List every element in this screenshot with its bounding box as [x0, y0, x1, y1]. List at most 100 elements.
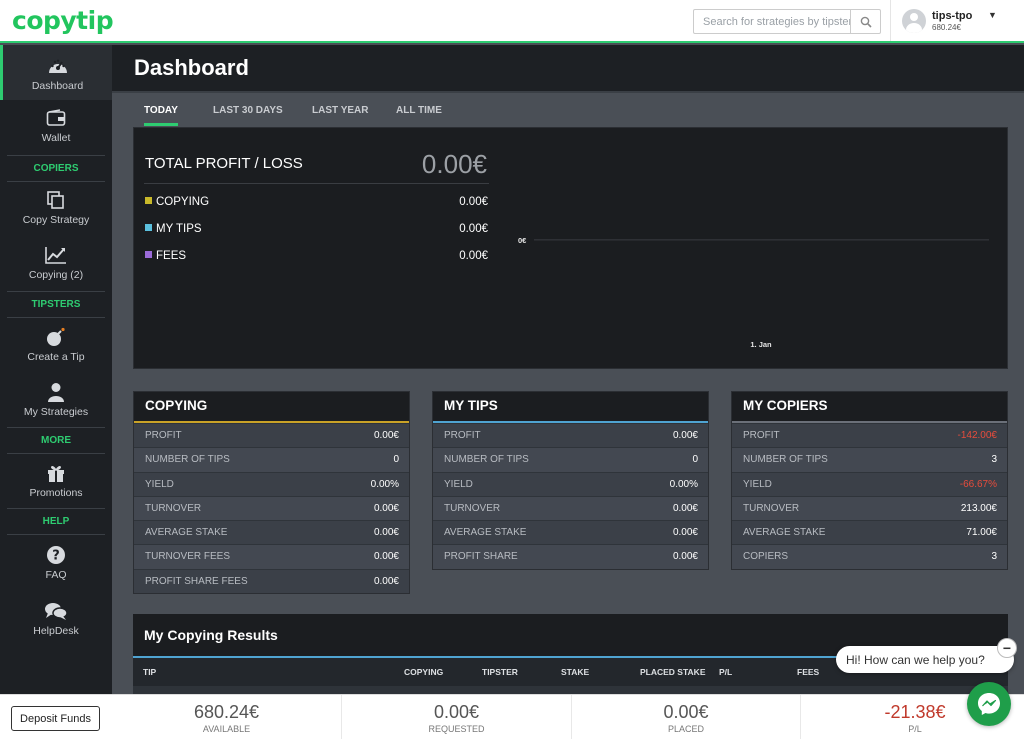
card-title: COPYING — [134, 392, 409, 423]
sidebar-item-create-tip[interactable]: Create a Tip — [0, 326, 112, 372]
column-placed-stake[interactable]: PLACED STAKE — [640, 667, 706, 677]
sidebar-item-promotions[interactable]: Promotions — [0, 462, 112, 508]
card-row: PROFIT 0.00€ — [433, 423, 708, 447]
column-fees[interactable]: FEES — [797, 667, 819, 677]
page-title: Dashboard — [134, 55, 249, 80]
user-menu-caret-icon[interactable]: ▼ — [988, 10, 997, 20]
card-row-value: 0.00€ — [672, 430, 698, 441]
profit-loss-panel: TOTAL PROFIT / LOSS 0.00€ COPYING 0.00€ … — [133, 127, 1008, 369]
profit-loss-chart: 0€ 1. Jan — [518, 236, 989, 349]
avatar[interactable] — [902, 9, 926, 33]
sidebar: Dashboard Wallet COPIERS Copy Strategy C… — [0, 45, 112, 694]
sidebar-item-helpdesk[interactable]: HelpDesk — [0, 600, 112, 646]
card-row: YIELD 0.00% — [134, 471, 409, 496]
card-row: TURNOVER FEES 0.00€ — [134, 544, 409, 569]
card-rows: PROFIT 0.00€ NUMBER OF TIPS 0 YIELD 0.00% T… — [134, 423, 409, 593]
sidebar-section-copiers: COPIERS — [33, 163, 79, 174]
sidebar-separator — [7, 534, 105, 535]
card-row-label: YIELD — [145, 478, 174, 490]
stat-available: 680.24€ AVAILABLE — [112, 695, 341, 739]
messenger-icon — [978, 693, 1000, 715]
card-row: TURNOVER 0.00€ — [433, 495, 708, 521]
stat-label: AVAILABLE — [202, 724, 251, 734]
card-row-label: PROFIT SHARE FEES — [145, 575, 248, 587]
card-row: TURNOVER 213.00€ — [732, 495, 1007, 521]
gift-icon — [46, 462, 66, 484]
deposit-funds-button[interactable]: Deposit Funds — [11, 706, 100, 731]
user-balance: 680.24€ — [932, 23, 961, 32]
table-row[interactable] — [133, 686, 1008, 694]
search-icon — [860, 16, 872, 28]
card-row-value: -142.00€ — [957, 430, 997, 441]
card-row-value: 0.00€ — [373, 527, 399, 539]
summary-value: 0.00€ — [459, 196, 488, 208]
summary-label: FEES — [156, 250, 187, 262]
card-row-value: 0.00€ — [672, 527, 698, 539]
chat-greeting-bubble[interactable]: Hi! How can we help you? — [836, 646, 1014, 673]
card-row-value: 0 — [393, 454, 399, 466]
search-button[interactable] — [850, 10, 880, 33]
card-row-value: 71.00€ — [966, 527, 997, 539]
card-row-label: YIELD — [743, 478, 772, 490]
card-row-value: 3 — [991, 551, 997, 563]
sidebar-item-copying[interactable]: Copying (2) — [0, 244, 112, 290]
sidebar-item-label: Create a Tip — [27, 351, 85, 363]
legend-swatch-copying — [145, 197, 152, 204]
sidebar-item-faq[interactable]: ? FAQ — [0, 544, 112, 590]
user-divider — [890, 0, 891, 41]
card-my-tips: MY TIPS PROFIT 0.00€ NUMBER OF TIPS 0 YIEL… — [432, 391, 709, 570]
search-input[interactable] — [694, 10, 850, 33]
sidebar-item-my-strategies[interactable]: My Strategies — [0, 381, 112, 427]
sidebar-item-copy-strategy[interactable]: Copy Strategy — [0, 189, 112, 235]
column-tip[interactable]: TIP — [143, 667, 156, 677]
card-row-value: 0.00€ — [373, 430, 399, 441]
card-row-label: YIELD — [444, 478, 473, 490]
summary-label: COPYING — [156, 196, 210, 208]
column-pl[interactable]: P/L — [719, 667, 732, 677]
copytip-logo[interactable]: copytip — [12, 6, 114, 35]
sidebar-item-label: Copy Strategy — [22, 214, 90, 226]
card-row: PROFIT SHARE 0.00€ — [433, 544, 708, 569]
card-row-label: COPIERS — [743, 551, 789, 563]
sidebar-item-label: FAQ — [45, 569, 67, 581]
card-row-value: 0.00€ — [373, 502, 399, 514]
username[interactable]: tips-tpo — [932, 10, 972, 22]
stat-value: 0.00€ — [433, 702, 480, 722]
card-row-label: AVERAGE STAKE — [444, 527, 527, 539]
legend-swatch-fees — [145, 251, 152, 258]
card-row-label: PROFIT — [444, 430, 481, 441]
card-row-label: TURNOVER — [444, 502, 501, 514]
card-title: MY COPIERS — [732, 392, 1007, 423]
sidebar-item-dashboard[interactable]: Dashboard — [0, 45, 112, 100]
card-row-value: 0.00€ — [672, 551, 698, 563]
x-tick-label: 1. Jan — [750, 340, 772, 349]
sidebar-section-help: HELP — [42, 516, 70, 527]
card-row: NUMBER OF TIPS 0 — [134, 447, 409, 472]
summary-label: MY TIPS — [156, 223, 202, 235]
user-icon — [47, 381, 65, 403]
tab-last-30-days[interactable]: LAST 30 DAYS — [213, 105, 283, 116]
divider — [144, 183, 489, 184]
tab-last-year[interactable]: LAST YEAR — [312, 105, 369, 116]
card-row-label: TURNOVER FEES — [145, 551, 231, 563]
sidebar-item-wallet[interactable]: Wallet — [0, 107, 112, 155]
chat-launcher-button[interactable] — [967, 682, 1011, 726]
card-row: AVERAGE STAKE 71.00€ — [732, 520, 1007, 544]
tab-today[interactable]: TODAY — [144, 105, 178, 126]
copy-icon — [46, 189, 66, 211]
column-copying[interactable]: COPYING — [404, 667, 443, 677]
card-rows: PROFIT -142.00€ NUMBER OF TIPS 3 YIELD -66.… — [732, 423, 1007, 569]
stat-requested: 0.00€ REQUESTED — [341, 695, 571, 739]
card-row: NUMBER OF TIPS 3 — [732, 447, 1007, 472]
card-row-value: 0.00€ — [672, 502, 698, 514]
sidebar-separator — [7, 508, 105, 509]
tab-all-time[interactable]: ALL TIME — [396, 105, 442, 116]
profit-loss-total: 0.00€ — [421, 149, 487, 179]
column-stake[interactable]: STAKE — [561, 667, 589, 677]
chat-close-button[interactable]: − — [997, 638, 1017, 658]
card-row: COPIERS 3 — [732, 544, 1007, 569]
card-row: PROFIT 0.00€ — [134, 423, 409, 447]
sidebar-separator — [7, 291, 105, 292]
card-row-value: 0.00€ — [373, 551, 399, 563]
column-tipster[interactable]: TIPSTER — [482, 667, 518, 677]
